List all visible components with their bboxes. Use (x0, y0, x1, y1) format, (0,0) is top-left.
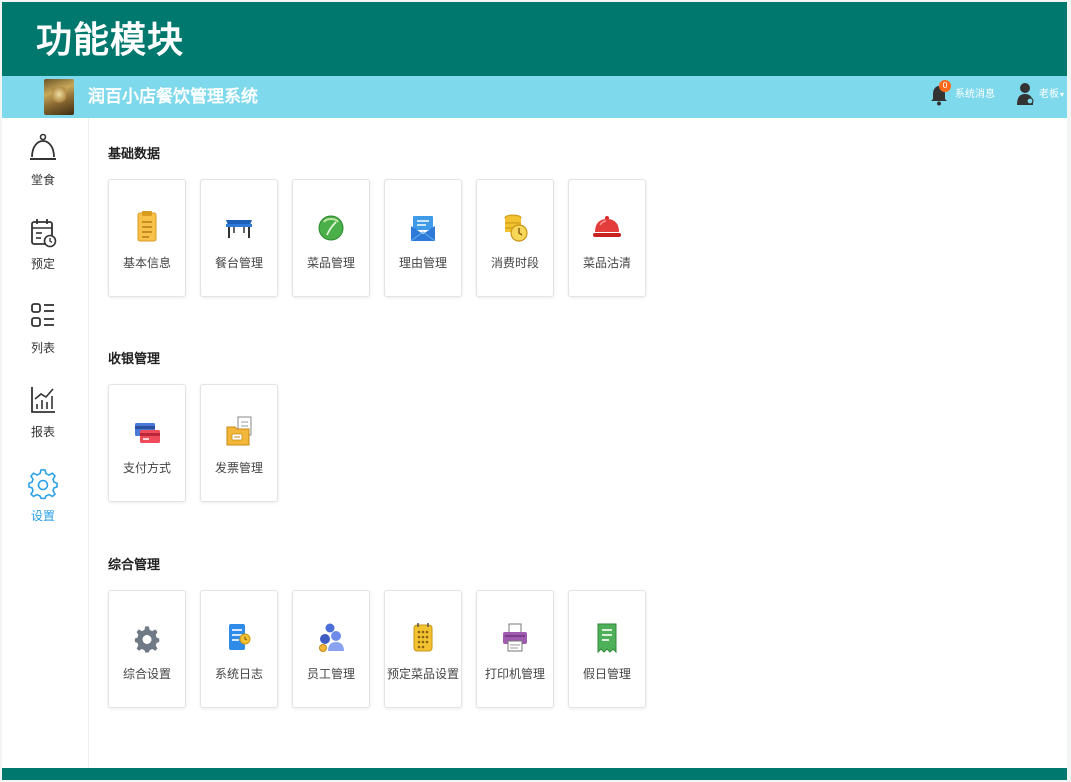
cloche-icon (593, 216, 621, 237)
card-basic-info[interactable]: 基本信息 (108, 179, 186, 297)
envelope-icon (410, 216, 436, 242)
slide-footer (2, 768, 1067, 780)
sidebar-item-label: 设置 (30, 509, 55, 523)
user-menu[interactable]: 老板 (1039, 88, 1059, 102)
card-label: 菜品沽清 (582, 256, 631, 270)
reservation-menu-icon (413, 623, 433, 652)
card-dish-management[interactable]: 菜品管理 (292, 179, 370, 297)
message-count-badge: 0 (939, 80, 951, 92)
sidebar-item-dine-in[interactable]: 堂食 (2, 132, 88, 202)
coins-clock-icon (504, 214, 528, 242)
vegetable-icon (318, 215, 344, 241)
card-general-settings[interactable]: 综合设置 (108, 590, 186, 708)
sidebar-item-label: 预定 (30, 257, 55, 271)
card-label: 理由管理 (398, 256, 447, 270)
card-consumption-period[interactable]: 消费时段 (476, 179, 554, 297)
user-avatar-icon[interactable] (1016, 82, 1034, 106)
sidebar-item-reservation[interactable]: 预定 (2, 216, 88, 286)
slide-title: 功能模块 (36, 20, 185, 61)
card-printer-management[interactable]: 打印机管理 (476, 590, 554, 708)
slide-header: 功能模块 (2, 2, 1067, 76)
clipboard-icon (137, 211, 157, 242)
card-invoice-management[interactable]: 发票管理 (200, 384, 278, 502)
card-label: 支付方式 (122, 461, 171, 475)
gear-icon (28, 469, 58, 500)
system-title: 润百小店餐饮管理系统 (88, 87, 258, 107)
receipt-icon (597, 623, 617, 654)
card-table-management[interactable]: 餐台管理 (200, 179, 278, 297)
sidebar-item-label: 堂食 (30, 173, 55, 187)
store-logo (44, 79, 74, 115)
staff-icon (319, 623, 344, 652)
card-payment-method[interactable]: 支付方式 (108, 384, 186, 502)
card-staff-management[interactable]: 员工管理 (292, 590, 370, 708)
sidebar-item-label: 列表 (30, 341, 55, 355)
card-reason-management[interactable]: 理由管理 (384, 179, 462, 297)
card-label: 菜品管理 (306, 256, 355, 270)
sidebar-item-reports[interactable]: 报表 (2, 384, 88, 454)
slide-frame: 功能模块 润百小店餐饮管理系统 0 系统消息 老板 ▾ 堂食 预定 列表 报表 … (2, 2, 1067, 780)
card-label: 基本信息 (122, 256, 171, 270)
calendar-clock-icon (31, 219, 57, 248)
section-title-basic-data: 基础数据 (108, 147, 161, 162)
credit-card-icon (135, 423, 160, 443)
table-icon (226, 220, 252, 238)
card-label: 员工管理 (306, 667, 355, 681)
log-document-icon (229, 624, 251, 650)
card-dish-sold-out[interactable]: 菜品沽清 (568, 179, 646, 297)
chevron-down-icon[interactable]: ▾ (1060, 88, 1064, 102)
card-label: 综合设置 (122, 667, 171, 681)
card-label: 消费时段 (490, 256, 539, 270)
card-reservation-dish-settings[interactable]: 预定菜品设置 (384, 590, 462, 708)
service-bell-icon (30, 133, 56, 160)
card-holiday-management[interactable]: 假日管理 (568, 590, 646, 708)
list-icon (31, 303, 54, 327)
sidebar: 堂食 预定 列表 报表 设置 (2, 118, 89, 768)
section-title-general: 综合管理 (108, 558, 161, 573)
printer-icon (503, 623, 527, 652)
section-title-cashier: 收银管理 (108, 352, 161, 367)
invoice-folder-icon (226, 416, 252, 446)
chart-icon (31, 387, 55, 413)
sidebar-item-settings[interactable]: 设置 (2, 468, 88, 538)
card-label: 餐台管理 (214, 256, 263, 270)
card-label: 假日管理 (582, 667, 631, 681)
card-label: 系统日志 (214, 667, 263, 681)
card-label: 打印机管理 (484, 667, 545, 681)
system-messages-link[interactable]: 系统消息 (955, 88, 995, 102)
settings-gear-icon (134, 626, 160, 653)
sidebar-item-label: 报表 (30, 425, 55, 439)
sidebar-item-list[interactable]: 列表 (2, 300, 88, 370)
card-system-log[interactable]: 系统日志 (200, 590, 278, 708)
app-topbar: 润百小店餐饮管理系统 0 系统消息 老板 ▾ (2, 76, 1067, 118)
card-label: 发票管理 (214, 461, 263, 475)
card-label: 预定菜品设置 (386, 667, 459, 681)
